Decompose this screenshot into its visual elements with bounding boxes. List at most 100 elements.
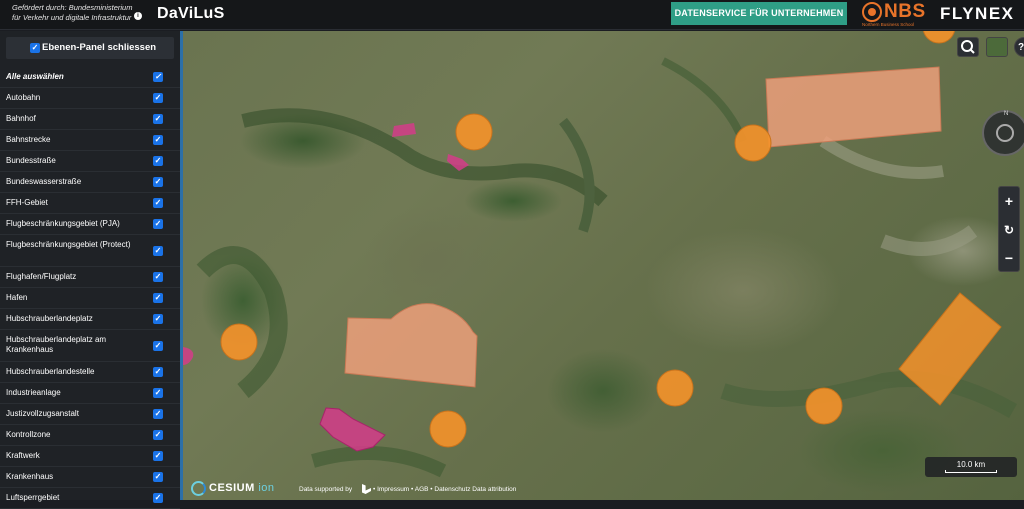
layer-row[interactable]: Flugbeschränkungsgebiet (PJA) ✓ bbox=[0, 214, 180, 235]
layer-row[interactable]: Bahnhof ✓ bbox=[0, 109, 180, 130]
layer-row[interactable]: Hubschrauberlandeplatz am Krankenhaus ✓ bbox=[0, 330, 180, 362]
compass-north-label: N bbox=[1004, 111, 1009, 117]
layer-checkbox[interactable]: ✓ bbox=[153, 198, 163, 208]
zone-salmon-1[interactable] bbox=[765, 66, 942, 148]
layer-checkbox[interactable]: ✓ bbox=[153, 430, 163, 440]
map-search-button[interactable] bbox=[957, 37, 979, 57]
layer-checkbox[interactable]: ✓ bbox=[153, 293, 163, 303]
layer-list: Alle auswählen ✓ Autobahn ✓ Bahnhof ✓ Bahnstre… bbox=[0, 67, 180, 509]
compass-control[interactable]: N bbox=[982, 110, 1024, 156]
zone-pink-3[interactable] bbox=[319, 407, 386, 452]
cesium-ion-logo[interactable]: CESIUM ion bbox=[191, 480, 283, 498]
search-icon bbox=[961, 40, 975, 54]
layer-checkbox[interactable]: ✓ bbox=[153, 388, 163, 398]
panel-toggle-label: Ebenen-Panel schliessen bbox=[42, 42, 157, 53]
zone-circle-5[interactable] bbox=[805, 387, 843, 425]
ion-label: ion bbox=[258, 482, 275, 494]
layer-row[interactable]: Industrieanlage ✓ bbox=[0, 383, 180, 404]
nbs-logo[interactable]: NBS Northern Business School bbox=[860, 0, 932, 30]
zone-circle-4[interactable] bbox=[656, 369, 694, 407]
layer-checkbox[interactable]: ✓ bbox=[153, 493, 163, 503]
select-all-row[interactable]: Alle auswählen ✓ bbox=[0, 67, 180, 88]
compass-ring-icon[interactable] bbox=[996, 124, 1014, 142]
layer-label: Justizvollzugsanstalt bbox=[6, 409, 79, 418]
footer-links[interactable]: • Impressum • AGB • Datenschutz Data att… bbox=[373, 486, 516, 493]
layer-panel: ✓ Ebenen-Panel schliessen Alle auswählen… bbox=[0, 31, 180, 509]
scale-label: 10.0 km bbox=[956, 460, 986, 469]
zone-salmon-2[interactable] bbox=[344, 303, 478, 388]
layer-label: Krankenhaus bbox=[6, 472, 54, 481]
zone-pink-4[interactable] bbox=[183, 347, 194, 365]
layer-panel-toggle[interactable]: ✓ Ebenen-Panel schliessen bbox=[6, 37, 174, 59]
layer-row[interactable]: Hubschrauberlandeplatz ✓ bbox=[0, 309, 180, 330]
flynex-logo[interactable]: FLYNEX bbox=[940, 4, 1015, 24]
zone-orange-rect[interactable] bbox=[898, 292, 1002, 406]
layer-label: Kontrollzone bbox=[6, 430, 51, 439]
info-icon[interactable]: i bbox=[134, 12, 142, 20]
layer-checkbox[interactable]: ✓ bbox=[153, 135, 163, 145]
zone-circle-3[interactable] bbox=[220, 323, 258, 361]
layer-label: FFH-Gebiet bbox=[6, 198, 48, 207]
layer-label: Hubschrauberlandeplatz am Krankenhaus bbox=[6, 335, 107, 354]
funding-line-1: Gefördert durch: Bundesministerium bbox=[12, 3, 133, 12]
layer-row[interactable]: Flughafen/Flugplatz ✓ bbox=[0, 267, 180, 288]
layer-checkbox[interactable]: ✓ bbox=[153, 451, 163, 461]
app-title: DaViLuS bbox=[157, 5, 225, 22]
layer-checkbox[interactable]: ✓ bbox=[153, 272, 163, 282]
layer-label: Bahnhof bbox=[6, 114, 36, 123]
layer-row[interactable]: Hubschrauberlandestelle ✓ bbox=[0, 362, 180, 383]
layer-row[interactable]: Kraftwerk ✓ bbox=[0, 446, 180, 467]
zone-circle-2[interactable] bbox=[734, 124, 772, 162]
nbs-logo-text: NBS bbox=[884, 1, 926, 22]
layer-label: Flughafen/Flugplatz bbox=[6, 272, 77, 281]
zone-circle-1[interactable] bbox=[455, 113, 493, 151]
layer-row[interactable]: Bundeswasserstraße ✓ bbox=[0, 172, 180, 193]
panel-toggle-checkbox[interactable]: ✓ bbox=[30, 43, 40, 53]
zoom-out-button[interactable]: − bbox=[999, 244, 1019, 272]
reset-view-button[interactable]: ↻ bbox=[999, 216, 1019, 244]
layer-row[interactable]: Autobahn ✓ bbox=[0, 88, 180, 109]
layer-label: Hubschrauberlandeplatz bbox=[6, 314, 93, 323]
layer-checkbox[interactable]: ✓ bbox=[153, 472, 163, 482]
layer-checkbox[interactable]: ✓ bbox=[153, 314, 163, 324]
layer-label: Kraftwerk bbox=[6, 451, 40, 460]
cesium-label: CESIUM bbox=[209, 482, 255, 494]
layer-checkbox[interactable]: ✓ bbox=[153, 409, 163, 419]
app-header: Gefördert durch: Bundesministerium für V… bbox=[0, 0, 1024, 30]
layer-row[interactable]: FFH-Gebiet ✓ bbox=[0, 193, 180, 214]
layer-row[interactable]: Flugbeschränkungsgebiet (Protect) ✓ bbox=[0, 235, 180, 267]
scale-line bbox=[945, 470, 997, 473]
layer-checkbox[interactable]: ✓ bbox=[153, 156, 163, 166]
layer-row[interactable]: Justizvollzugsanstalt ✓ bbox=[0, 404, 180, 425]
layer-row[interactable]: Hafen ✓ bbox=[0, 288, 180, 309]
zone-circle-6[interactable] bbox=[429, 410, 467, 448]
map-viewer[interactable]: ? N + ↻ − 10.0 km CESIUM ion Data suppor… bbox=[183, 31, 1024, 500]
layer-label: Autobahn bbox=[6, 93, 41, 102]
layer-checkbox[interactable]: ✓ bbox=[153, 341, 163, 351]
nbs-logo-subtitle: Northern Business School bbox=[862, 22, 915, 27]
zone-circle-7[interactable] bbox=[922, 31, 956, 44]
layer-checkbox[interactable]: ✓ bbox=[153, 177, 163, 187]
layer-label: Flugbeschränkungsgebiet (PJA) bbox=[6, 219, 120, 228]
basemap-picker-button[interactable] bbox=[986, 37, 1008, 57]
layer-checkbox[interactable]: ✓ bbox=[153, 246, 163, 256]
layer-row[interactable]: Krankenhaus ✓ bbox=[0, 467, 180, 488]
layer-row[interactable]: Bundesstraße ✓ bbox=[0, 151, 180, 172]
layer-label: Flugbeschränkungsgebiet (Protect) bbox=[6, 240, 131, 249]
layer-checkbox[interactable]: ✓ bbox=[153, 93, 163, 103]
datenservice-button[interactable]: DATENSERVICE FÜR UNTERNEHMEN bbox=[671, 2, 847, 25]
layer-row[interactable]: Bahnstrecke ✓ bbox=[0, 130, 180, 151]
layer-row[interactable]: Luftsperrgebiet ✓ bbox=[0, 488, 180, 509]
layer-checkbox[interactable]: ✓ bbox=[153, 367, 163, 377]
layer-checkbox[interactable]: ✓ bbox=[153, 114, 163, 124]
scale-bar: 10.0 km bbox=[925, 457, 1017, 477]
layer-label: Luftsperrgebiet bbox=[6, 493, 60, 502]
layer-row[interactable]: Kontrollzone ✓ bbox=[0, 425, 180, 446]
select-all-label: Alle auswählen bbox=[6, 72, 64, 81]
zoom-in-button[interactable]: + bbox=[999, 187, 1019, 215]
select-all-checkbox[interactable]: ✓ bbox=[153, 72, 163, 82]
zone-pink-1[interactable] bbox=[392, 123, 416, 137]
cesium-icon bbox=[191, 481, 206, 496]
funding-notice: Gefördert durch: Bundesministerium für V… bbox=[12, 3, 132, 23]
layer-checkbox[interactable]: ✓ bbox=[153, 219, 163, 229]
